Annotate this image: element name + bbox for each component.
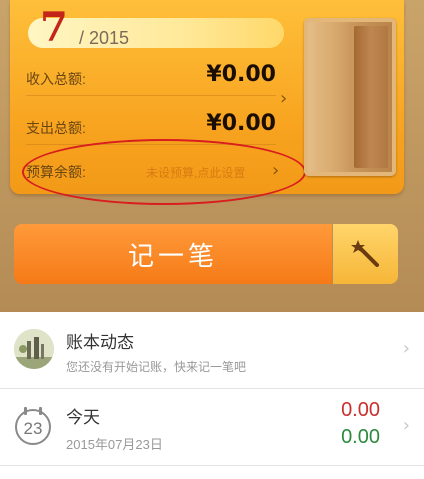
home-list: 账本动态 您还没有开始记账，快来记一笔吧 › 23 今天 2015年07月23日… — [0, 312, 424, 479]
record-button[interactable]: 记一笔 — [14, 224, 332, 284]
feed-subtitle: 您还没有开始记账，快来记一笔吧 — [66, 360, 247, 374]
expense-label: 支出总额: — [26, 120, 86, 136]
list-item-feed[interactable]: 账本动态 您还没有开始记账，快来记一笔吧 › — [0, 312, 424, 389]
budget-hint[interactable]: 未设预算,点此设置 — [146, 164, 245, 181]
list-item-today[interactable]: 23 今天 2015年07月23日 0.00 0.00 › — [0, 389, 424, 466]
chevron-right-icon[interactable]: › — [272, 160, 279, 181]
magic-wand-button[interactable] — [333, 224, 398, 284]
feed-avatar-icon — [14, 329, 54, 369]
today-expense: 0.00 — [341, 399, 380, 421]
income-row: 收入总额: ¥0.00 — [26, 61, 276, 96]
magic-wand-icon — [350, 240, 379, 267]
month-number: 7 — [40, 4, 68, 51]
budget-label: 预算余额: — [26, 164, 86, 180]
expense-row: 支出总额: ¥0.00 — [26, 110, 276, 145]
chevron-right-icon: › — [402, 415, 410, 436]
summary-card[interactable]: 7 / 2015 收入总额: ¥0.00 支出总额: ¥0.00 › 预算余额:… — [10, 0, 404, 205]
calendar-icon: 23 — [15, 407, 51, 445]
feed-title: 账本动态 — [66, 333, 134, 352]
income-label: 收入总额: — [26, 71, 86, 87]
chevron-right-icon[interactable]: › — [280, 88, 287, 109]
calendar-day: 23 — [24, 419, 43, 438]
income-value: ¥0.00 — [206, 62, 276, 87]
today-title: 今天 — [66, 408, 100, 427]
book-spine — [354, 26, 388, 168]
today-income: 0.00 — [341, 426, 380, 448]
expense-value: ¥0.00 — [206, 111, 276, 136]
year-text: / 2015 — [79, 28, 130, 48]
account-book-icon[interactable] — [304, 18, 396, 176]
today-date: 2015年07月23日 — [66, 437, 163, 452]
chevron-right-icon: › — [402, 338, 410, 359]
